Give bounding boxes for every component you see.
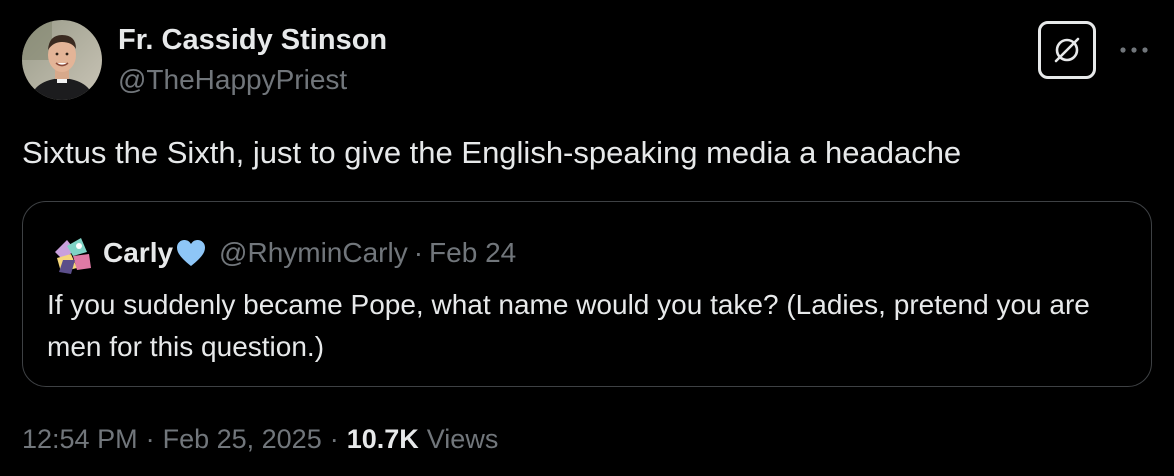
quoted-author-handle[interactable]: @RhyminCarly <box>219 237 408 269</box>
tweet-metadata: 12:54 PM · Feb 25, 2025 · 10.7K Views <box>22 424 498 455</box>
quoted-avatar-image <box>55 238 91 274</box>
author-handle[interactable]: @TheHappyPriest <box>118 64 347 96</box>
author-avatar[interactable] <box>22 20 102 100</box>
avatar-image <box>22 20 102 100</box>
quoted-header: Carly @RhyminCarly · Feb 24 <box>103 235 516 271</box>
blue-heart-icon <box>175 238 207 268</box>
meta-separator: · <box>145 424 155 454</box>
quoted-avatar[interactable] <box>49 234 95 276</box>
grok-button[interactable] <box>1038 21 1096 79</box>
author-name[interactable]: Fr. Cassidy Stinson <box>118 24 387 57</box>
quoted-tweet-card[interactable]: Carly @RhyminCarly · Feb 24 If you sudde… <box>22 201 1152 387</box>
tweet-time[interactable]: 12:54 PM <box>22 424 138 455</box>
quoted-tweet-text: If you suddenly became Pope, what name w… <box>47 289 1090 362</box>
tweet: Fr. Cassidy Stinson @TheHappyPriest Sixt… <box>0 0 1174 476</box>
meta-separator: · <box>329 424 339 454</box>
views-label[interactable]: Views <box>427 424 499 455</box>
tweet-date[interactable]: Feb 25, 2025 <box>163 424 322 455</box>
quoted-date[interactable]: Feb 24 <box>429 237 516 269</box>
more-options-button[interactable] <box>1114 30 1154 70</box>
more-horizontal-icon <box>1120 47 1148 53</box>
grok-icon <box>1054 37 1080 63</box>
quoted-author-name[interactable]: Carly <box>103 237 173 269</box>
tweet-text: Sixtus the Sixth, just to give the Engli… <box>22 135 962 170</box>
quoted-separator: · <box>413 237 424 268</box>
views-count[interactable]: 10.7K <box>347 424 419 455</box>
